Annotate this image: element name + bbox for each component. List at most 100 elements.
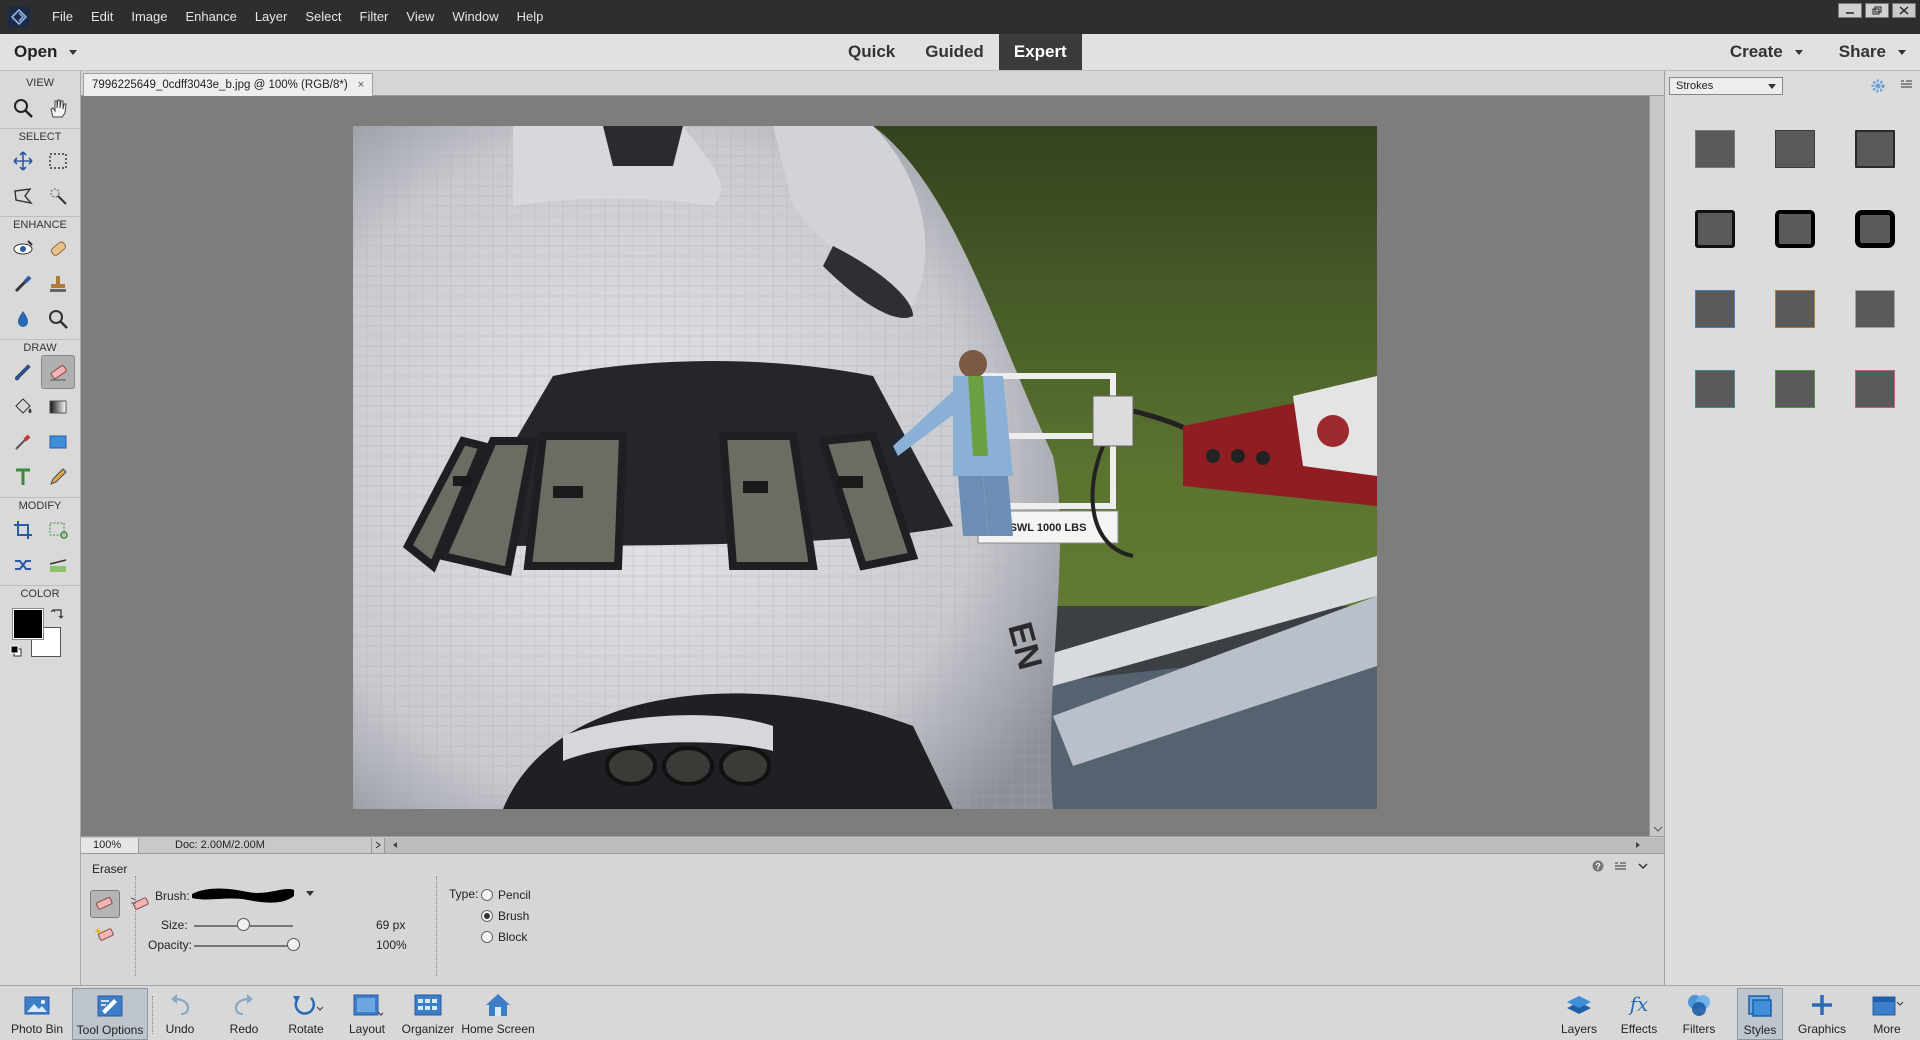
horizontal-scrollbar[interactable] <box>385 837 1664 853</box>
radio-block[interactable] <box>481 931 493 943</box>
menu-select[interactable]: Select <box>296 0 350 34</box>
style-thumb-blue-stroke[interactable] <box>1693 287 1737 331</box>
tab-quick[interactable]: Quick <box>833 34 910 70</box>
undo-button[interactable]: Undo <box>158 988 202 1040</box>
quick-selection-icon[interactable] <box>41 179 75 213</box>
blur-icon[interactable] <box>6 302 40 336</box>
sponge-icon[interactable] <box>41 302 75 336</box>
eyedropper-icon[interactable] <box>6 425 40 459</box>
chevron-down-icon[interactable] <box>69 49 78 55</box>
radio-pencil[interactable] <box>481 889 493 901</box>
redo-button[interactable]: Redo <box>222 988 266 1040</box>
help-icon[interactable]: ? <box>1592 860 1604 872</box>
minimize-button[interactable] <box>1838 3 1862 18</box>
style-thumb-medium-dark-stroke[interactable] <box>1853 127 1897 171</box>
pencil-icon[interactable] <box>41 460 75 494</box>
more-button[interactable]: More <box>1862 988 1912 1040</box>
type-option-block[interactable]: Block <box>481 930 527 944</box>
size-slider-thumb[interactable] <box>236 918 250 931</box>
style-thumb-thin-dark-stroke[interactable] <box>1773 127 1817 171</box>
opacity-slider-thumb[interactable] <box>287 938 300 951</box>
styles-category-select[interactable]: Strokes <box>1669 77 1783 95</box>
hand-icon[interactable] <box>41 91 75 125</box>
menu-filter[interactable]: Filter <box>351 0 398 34</box>
styles-button[interactable]: Styles <box>1737 988 1783 1040</box>
menu-view[interactable]: View <box>397 0 443 34</box>
swap-colors-icon[interactable] <box>50 607 64 621</box>
type-option-brush[interactable]: Brush <box>481 909 529 923</box>
marquee-icon[interactable] <box>41 144 75 178</box>
style-thumb-pink-stroke[interactable] <box>1853 367 1897 411</box>
vertical-scrollbar[interactable] <box>1649 96 1664 836</box>
menu-enhance[interactable]: Enhance <box>177 0 246 34</box>
style-thumb-black-stroke[interactable] <box>1693 207 1737 251</box>
paint-bucket-icon[interactable] <box>6 390 40 424</box>
menu-window[interactable]: Window <box>443 0 507 34</box>
magic-eraser-button[interactable] <box>90 920 120 948</box>
photo-bin-button[interactable]: Photo Bin <box>4 988 70 1040</box>
shape-icon[interactable] <box>41 425 75 459</box>
graphics-button[interactable]: Graphics <box>1796 988 1848 1040</box>
crop-icon[interactable] <box>6 513 40 547</box>
tool-options-button[interactable]: Tool Options <box>72 988 148 1040</box>
chevron-down-icon[interactable] <box>1638 862 1648 870</box>
menu-file[interactable]: File <box>43 0 82 34</box>
style-thumb-thin-gray-stroke[interactable] <box>1693 127 1737 171</box>
restore-button[interactable] <box>1865 3 1889 18</box>
panel-menu-icon[interactable] <box>1900 78 1914 94</box>
type-option-pencil[interactable]: Pencil <box>481 888 531 902</box>
brush-preview[interactable] <box>188 880 314 906</box>
menu-layer[interactable]: Layer <box>246 0 297 34</box>
spot-healing-icon[interactable] <box>41 232 75 266</box>
close-icon[interactable]: × <box>358 75 364 96</box>
straighten-icon[interactable] <box>41 548 75 582</box>
radio-brush[interactable] <box>481 910 493 922</box>
background-eraser-button[interactable] <box>125 890 155 918</box>
move-icon[interactable] <box>6 144 40 178</box>
filters-button[interactable]: Filters <box>1676 988 1722 1040</box>
eraser-icon[interactable] <box>40 355 75 389</box>
zoom-icon[interactable] <box>6 91 40 125</box>
clone-stamp-icon[interactable] <box>41 267 75 301</box>
reset-colors-icon[interactable] <box>10 645 22 657</box>
tab-expert[interactable]: Expert <box>998 34 1082 70</box>
brush-icon[interactable] <box>6 355 40 389</box>
menu-image[interactable]: Image <box>122 0 176 34</box>
panel-menu-icon[interactable] <box>1614 860 1628 872</box>
chevron-right-icon[interactable] <box>371 837 385 853</box>
menu-help[interactable]: Help <box>508 0 553 34</box>
layout-button[interactable]: Layout <box>342 988 392 1040</box>
content-aware-move-icon[interactable] <box>6 548 40 582</box>
rotate-button[interactable]: Rotate <box>280 988 332 1040</box>
menu-edit[interactable]: Edit <box>82 0 122 34</box>
red-eye-icon[interactable] <box>6 232 40 266</box>
style-thumb-light-gray-stroke[interactable] <box>1853 287 1897 331</box>
organizer-button[interactable]: Organizer <box>400 988 456 1040</box>
style-thumb-teal-stroke[interactable] <box>1693 367 1737 411</box>
open-button[interactable]: Open <box>14 34 78 70</box>
lasso-icon[interactable] <box>6 179 40 213</box>
smart-brush-icon[interactable] <box>6 267 40 301</box>
document-tab[interactable]: 7996225649_0cdff3043e_b.jpg @ 100% (RGB/… <box>83 73 374 96</box>
tab-guided[interactable]: Guided <box>910 34 999 70</box>
share-button[interactable]: Share <box>1839 42 1906 62</box>
create-button[interactable]: Create <box>1730 42 1803 62</box>
type-icon[interactable] <box>6 460 40 494</box>
zoom-field[interactable]: 100% <box>81 837 139 853</box>
effects-button[interactable]: fx Effects <box>1616 988 1662 1040</box>
style-thumb-orange-stroke[interactable] <box>1773 287 1817 331</box>
chevron-down-icon[interactable] <box>306 890 314 896</box>
layers-button[interactable]: Layers <box>1556 988 1602 1040</box>
gear-icon[interactable] <box>1870 78 1886 94</box>
opacity-slider-track[interactable] <box>194 945 293 947</box>
close-button[interactable] <box>1892 3 1916 18</box>
style-thumb-thick-black-stroke[interactable] <box>1773 207 1817 251</box>
foreground-color-swatch[interactable] <box>12 608 44 640</box>
canvas-image[interactable]: EN SWL 1000 LBS <box>353 126 1377 809</box>
style-thumb-green-stroke[interactable] <box>1773 367 1817 411</box>
home-screen-button[interactable]: Home Screen <box>460 988 536 1040</box>
gradient-icon[interactable] <box>41 390 75 424</box>
eraser-tool-button[interactable] <box>90 890 120 918</box>
style-thumb-heavy-black-stroke[interactable] <box>1853 207 1897 251</box>
recompose-icon[interactable] <box>41 513 75 547</box>
